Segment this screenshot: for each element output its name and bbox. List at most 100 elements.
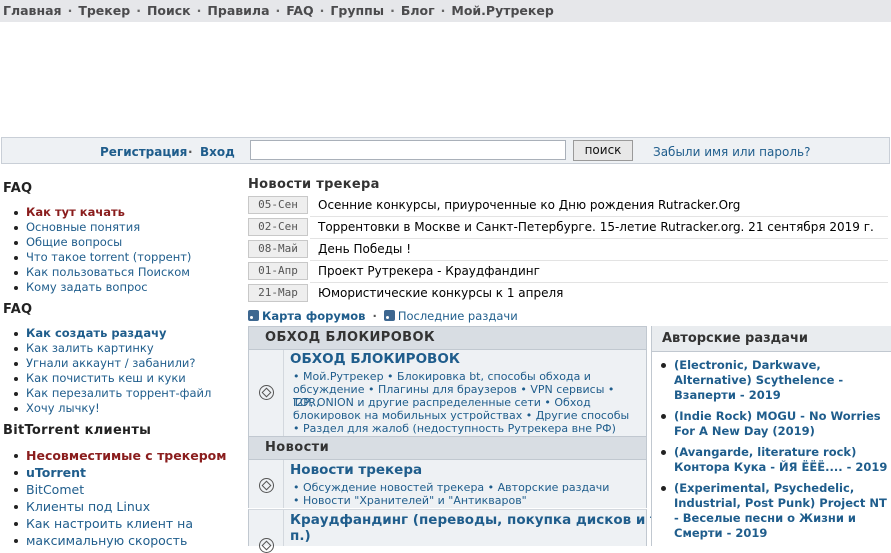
news-item: 01-Апр Проект Рутрекера - Краудфандинг — [248, 262, 888, 283]
sidebar-link[interactable]: Что такое torrent (торрент) — [4, 250, 244, 265]
subforum-line[interactable]: блокировок на мобильных устройствах • Др… — [293, 409, 633, 422]
nav-separator: · — [440, 3, 446, 18]
author-releases-list: (Electronic, Darkwave, Alternative) Scyt… — [652, 358, 888, 547]
release-line: Смерти - 2019 — [674, 526, 768, 540]
news-link[interactable]: Осенние конкурсы, приуроченные ко Дню ро… — [318, 198, 740, 212]
sidebar-link[interactable]: Клиенты под Linux — [4, 498, 244, 515]
subforum-line[interactable]: • Новости "Хранителей" и "Антикваров" — [293, 494, 633, 507]
sidebar-link[interactable]: Кому задать вопрос — [4, 280, 244, 295]
news-date: 21-Мар — [248, 284, 308, 302]
nav-link-home[interactable]: Главная — [3, 3, 62, 18]
release-line: (Indie Rock) MOGU - No Worries — [674, 409, 881, 423]
release-line: - Веселые песни о Жизни и — [674, 511, 856, 525]
sidebar-link[interactable]: максимальную скорость — [4, 532, 244, 549]
news-divider — [310, 238, 888, 239]
news-link[interactable]: Торрентовки в Москве и Санкт-Петербурге.… — [318, 220, 874, 234]
news-item: 08-Май День Победы ! — [248, 240, 888, 261]
forum-icon — [259, 478, 274, 493]
author-releases-title: Авторские раздачи — [662, 331, 808, 346]
search-input[interactable] — [250, 140, 566, 160]
nav-link-tracker[interactable]: Трекер — [78, 3, 130, 18]
sidebar-link[interactable]: Несовместимые с трекером — [4, 447, 244, 464]
nav-separator: · — [67, 3, 73, 18]
sidebar-link[interactable]: Общие вопросы — [4, 235, 244, 250]
nav-separator: · — [390, 3, 395, 18]
category-header[interactable]: ОБХОД БЛОКИРОВОК — [248, 326, 647, 350]
login-link[interactable]: Вход — [200, 145, 235, 159]
release-line: (Experimental, Psychedelic, — [674, 481, 855, 495]
nav-link-search[interactable]: Поиск — [147, 3, 191, 18]
sidebar-link[interactable]: uTorrent — [4, 464, 244, 481]
release-link[interactable]: (Indie Rock) MOGU - No Worries For A New… — [652, 409, 888, 439]
nav-link-rules[interactable]: Правила — [207, 3, 269, 18]
release-link[interactable]: (Experimental, Psychedelic, Industrial, … — [652, 481, 888, 541]
news-date: 01-Апр — [248, 262, 308, 280]
release-line: (Electronic, Darkwave, — [674, 358, 821, 372]
rss-icon — [383, 310, 395, 321]
search-button[interactable]: поиск — [573, 140, 633, 161]
faq-list-2: Как создать раздачу Как залить картинку … — [4, 326, 244, 416]
subforum-line[interactable]: • Мой.Рутрекер • Блокировка bt, способы … — [293, 370, 633, 383]
subforum-line[interactable]: • Обсуждение новостей трекера • Авторски… — [293, 481, 633, 494]
latest-releases-link[interactable]: Последние раздачи — [398, 309, 518, 323]
nav-link-blog[interactable]: Блог — [401, 3, 435, 18]
release-link[interactable]: (Avangarde, literature rock) Контора Кук… — [652, 445, 888, 475]
nav-link-my-rutracker[interactable]: Мой.Рутрекер — [451, 3, 553, 18]
forum-icon-cell — [249, 510, 284, 553]
rss-separator: · — [372, 309, 377, 323]
forum-map-link[interactable]: Карта форумов — [262, 309, 365, 323]
forgot-password-link[interactable]: Забыли имя или пароль? — [653, 145, 810, 159]
news-item: 05-Сен Осенние конкурсы, приуроченные ко… — [248, 196, 888, 217]
news-link[interactable]: Юмористические конкурсы к 1 апреля — [318, 286, 563, 300]
news-divider — [310, 282, 888, 283]
release-line: Industrial, Post Punk) Project NT — [674, 496, 887, 510]
release-link[interactable]: (Electronic, Darkwave, Alternative) Scyt… — [652, 358, 888, 403]
subforum-line[interactable]: I2P, ONION и другие распределенные сети … — [293, 396, 633, 409]
forum-name-link-cont[interactable]: п.) — [290, 528, 311, 544]
sidebar-link[interactable]: Как настроить клиент на — [4, 515, 244, 532]
nav-link-faq[interactable]: FAQ — [286, 3, 313, 18]
forum-icon-cell — [249, 460, 284, 508]
sidebar-link[interactable]: Как тут качать — [4, 205, 244, 220]
subforum-line[interactable]: • Раздел для жалоб (недоступность Рутрек… — [293, 422, 633, 435]
forum-row: Краудфандинг (переводы, покупка дисков и… — [248, 509, 663, 553]
news-item: 21-Мар Юмористические конкурсы к 1 апрел… — [248, 284, 888, 303]
nav-separator: · — [196, 3, 202, 18]
rss-links: Карта форумов · Последние раздачи — [248, 309, 518, 323]
nav-separator: · — [319, 3, 325, 18]
bittorrent-clients-heading: BitTorrent клиенты — [3, 423, 152, 438]
release-line: Alternative) Scythelence - — [674, 373, 844, 387]
news-link[interactable]: День Победы ! — [318, 242, 411, 256]
nav-separator: · — [136, 3, 141, 18]
release-line: (Avangarde, literature rock) — [674, 445, 857, 459]
forum-name-link[interactable]: Краудфандинг (переводы, покупка дисков и… — [290, 512, 663, 528]
sidebar-link[interactable]: Как пользоваться Поиском — [4, 265, 244, 280]
sidebar-link[interactable]: Как почистить кеш и куки — [4, 371, 244, 386]
category-title: Новости — [265, 440, 330, 455]
news-date: 02-Сен — [248, 218, 308, 236]
sidebar-link[interactable]: Угнали аккаунт / забанили? — [4, 356, 244, 371]
sidebar-link[interactable]: Как создать раздачу — [4, 326, 244, 341]
category-header[interactable]: Новости — [248, 436, 647, 460]
forum-row: Новости трекера • Обсуждение новостей тр… — [248, 460, 647, 508]
nav-link-groups[interactable]: Группы — [330, 3, 384, 18]
bittorrent-clients-list: Несовместимые с трекером uTorrent BitCom… — [4, 447, 244, 549]
sidebar-link[interactable]: BitComet — [4, 481, 244, 498]
sidebar-link[interactable]: Как перезалить торрент-файл — [4, 386, 244, 401]
news-item: 02-Сен Торрентовки в Москве и Санкт-Пете… — [248, 218, 888, 239]
category-title: ОБХОД БЛОКИРОВОК — [265, 330, 435, 345]
sidebar-link[interactable]: Как залить картинку — [4, 341, 244, 356]
release-line: For A New Day (2019) — [674, 424, 815, 438]
forum-name-link[interactable]: ОБХОД БЛОКИРОВОК — [290, 351, 460, 367]
news-link[interactable]: Проект Рутрекера - Краудфандинг — [318, 264, 540, 278]
forum-row: ОБХОД БЛОКИРОВОК • Мой.Рутрекер • Блокир… — [248, 350, 647, 436]
faq-heading-2: FAQ — [3, 302, 33, 317]
sidebar-link[interactable]: Основные понятия — [4, 220, 244, 235]
sidebar-link[interactable]: Хочу лычку! — [4, 401, 244, 416]
forum-name-link[interactable]: Новости трекера — [290, 462, 422, 478]
release-line: Взаперти - 2019 — [674, 388, 781, 402]
register-link[interactable]: Регистрация — [100, 145, 187, 159]
news-title: Новости трекера — [248, 177, 380, 192]
login-separator: · — [188, 145, 193, 159]
author-releases-header: Авторские раздачи — [652, 326, 891, 352]
